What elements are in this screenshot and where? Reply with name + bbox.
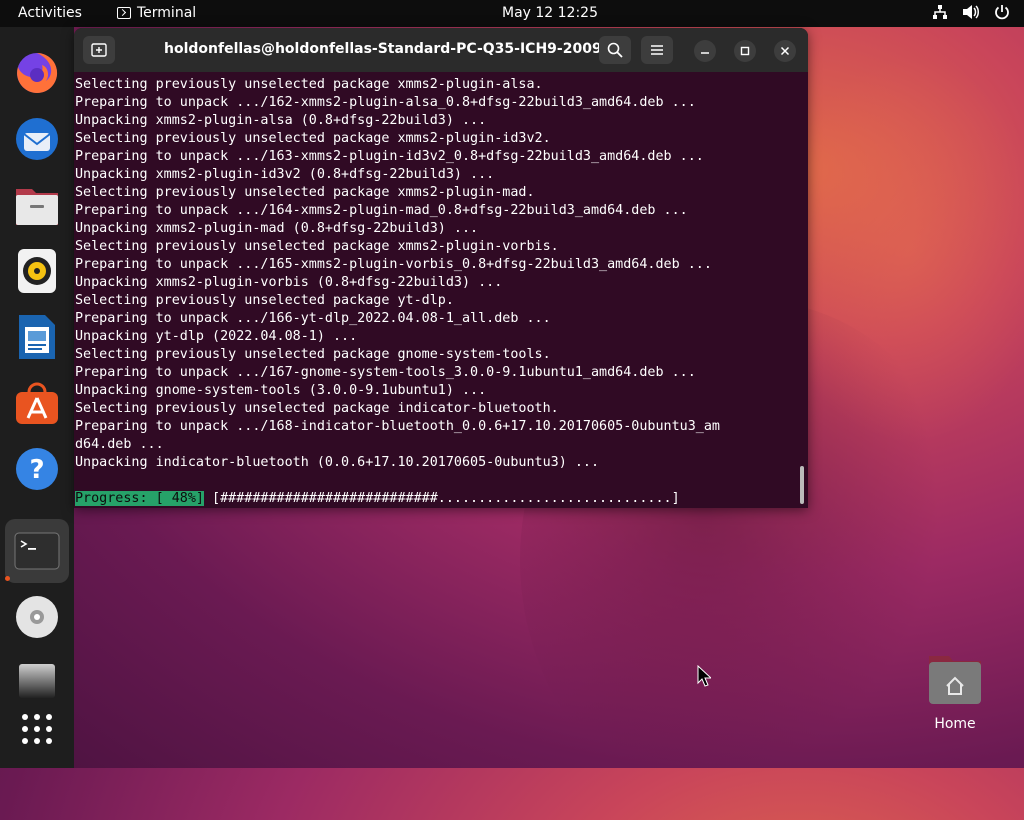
scrollbar[interactable] bbox=[800, 466, 804, 504]
ubuntu-software-icon bbox=[16, 382, 58, 424]
system-tray[interactable] bbox=[932, 4, 1010, 20]
running-indicator bbox=[5, 576, 10, 581]
drive-icon bbox=[19, 664, 55, 698]
firefox-icon bbox=[17, 52, 58, 93]
minimize-icon bbox=[701, 52, 709, 54]
terminal-line: Preparing to unpack .../166-yt-dlp_2022.… bbox=[75, 311, 551, 326]
close-button[interactable] bbox=[774, 40, 796, 62]
terminal-window[interactable]: holdonfellas@holdonfellas-Standard-PC-Q3… bbox=[74, 28, 808, 508]
new-tab-button[interactable] bbox=[83, 36, 115, 64]
terminal-line: Preparing to unpack .../163-xmms2-plugin… bbox=[75, 149, 704, 164]
terminal-line: Unpacking indicator-bluetooth (0.0.6+17.… bbox=[75, 455, 600, 470]
svg-text:?: ? bbox=[29, 455, 44, 485]
libreoffice-writer-icon bbox=[19, 315, 55, 359]
power-icon bbox=[995, 5, 1009, 20]
search-icon bbox=[607, 42, 623, 58]
files-icon bbox=[16, 189, 58, 225]
volume-icon bbox=[963, 5, 979, 19]
titlebar[interactable]: holdonfellas@holdonfellas-Standard-PC-Q3… bbox=[74, 28, 808, 72]
terminal-icon bbox=[14, 532, 60, 570]
terminal-line: Selecting previously unselected package … bbox=[75, 239, 559, 254]
help-icon: ? bbox=[16, 448, 58, 490]
terminal-line: Selecting previously unselected package … bbox=[75, 401, 559, 416]
progress-label: Progress: [ 48%] bbox=[75, 491, 204, 506]
minimize-button[interactable] bbox=[694, 40, 716, 62]
show-apps-icon bbox=[22, 714, 52, 744]
home-label: Home bbox=[934, 716, 976, 732]
terminal-line: Selecting previously unselected package … bbox=[75, 131, 551, 146]
mouse-cursor-icon bbox=[697, 665, 711, 687]
dvd-icon bbox=[16, 596, 58, 638]
terminal-line: Selecting previously unselected package … bbox=[75, 293, 454, 308]
terminal-line: Preparing to unpack .../165-xmms2-plugin… bbox=[75, 257, 712, 272]
terminal-line: Preparing to unpack .../164-xmms2-plugin… bbox=[75, 203, 688, 218]
search-button[interactable] bbox=[599, 36, 631, 64]
dock-rhythmbox[interactable] bbox=[5, 239, 69, 303]
progress-line: Progress: [ 48%] [######################… bbox=[75, 490, 680, 508]
terminal-line: Selecting previously unselected package … bbox=[75, 347, 551, 362]
dock-terminal[interactable] bbox=[5, 519, 69, 583]
terminal-line: Unpacking xmms2-plugin-mad (0.8+dfsg-22b… bbox=[75, 221, 479, 236]
terminal-line: Unpacking yt-dlp (2022.04.08-1) ... bbox=[75, 329, 358, 344]
progress-bar: [###########################............… bbox=[204, 491, 680, 506]
clock[interactable]: May 12 12:25 bbox=[0, 5, 1024, 21]
terminal-line: Selecting previously unselected package … bbox=[75, 77, 543, 92]
window-title: holdonfellas@holdonfellas-Standard-PC-Q3… bbox=[164, 41, 624, 57]
maximize-icon bbox=[740, 46, 750, 56]
home-folder-shortcut[interactable]: Home bbox=[920, 652, 990, 732]
show-apps-button[interactable] bbox=[5, 697, 69, 761]
rhythmbox-icon bbox=[18, 249, 56, 293]
terminal-line: Preparing to unpack .../168-indicator-bl… bbox=[75, 419, 720, 434]
menu-button[interactable] bbox=[641, 36, 673, 64]
hamburger-menu-icon bbox=[651, 45, 663, 55]
terminal-output[interactable]: Selecting previously unselected package … bbox=[75, 76, 795, 472]
dock-firefox[interactable] bbox=[5, 41, 69, 105]
top-bar: Activities Terminal May 12 12:25 bbox=[0, 0, 1024, 27]
terminal-line: Unpacking xmms2-plugin-vorbis (0.8+dfsg-… bbox=[75, 275, 503, 290]
dock-files[interactable] bbox=[5, 173, 69, 237]
dock-libreoffice-writer[interactable] bbox=[5, 305, 69, 369]
terminal-line: d64.deb ... bbox=[75, 437, 164, 452]
dock-help[interactable]: ? bbox=[5, 437, 69, 501]
maximize-button[interactable] bbox=[734, 40, 756, 62]
terminal-line: Preparing to unpack .../162-xmms2-plugin… bbox=[75, 95, 696, 110]
network-icon bbox=[933, 5, 947, 19]
terminal-line: Unpacking xmms2-plugin-id3v2 (0.8+dfsg-2… bbox=[75, 167, 495, 182]
dock-dvd[interactable] bbox=[5, 585, 69, 649]
home-folder-icon bbox=[929, 656, 981, 704]
new-tab-icon bbox=[91, 43, 107, 57]
terminal-line: Unpacking gnome-system-tools (3.0.0-9.1u… bbox=[75, 383, 487, 398]
terminal-line: Selecting previously unselected package … bbox=[75, 185, 535, 200]
thunderbird-icon bbox=[16, 118, 58, 160]
dock: ? bbox=[0, 27, 74, 768]
terminal-line: Unpacking xmms2-plugin-alsa (0.8+dfsg-22… bbox=[75, 113, 487, 128]
close-icon bbox=[780, 46, 790, 56]
dock-thunderbird[interactable] bbox=[5, 107, 69, 171]
dock-ubuntu-software[interactable] bbox=[5, 371, 69, 435]
terminal-line: Preparing to unpack .../167-gnome-system… bbox=[75, 365, 696, 380]
